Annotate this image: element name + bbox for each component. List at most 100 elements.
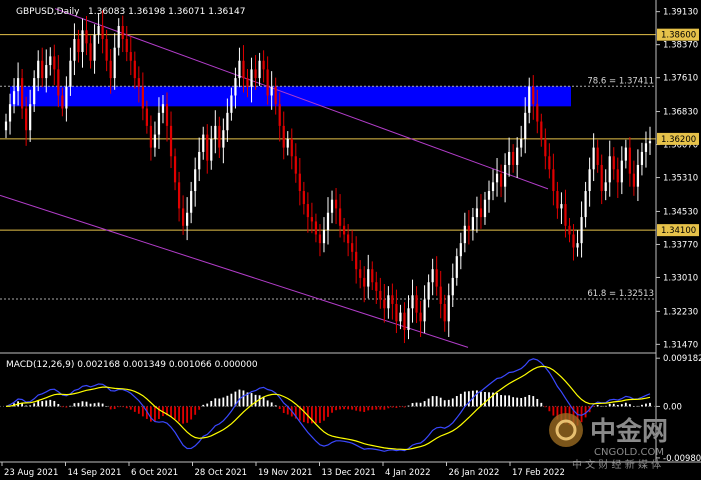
candle-body: [117, 25, 120, 48]
candle-body: [290, 138, 293, 157]
candle: [330, 190, 334, 224]
macd-hist-bar: [327, 406, 329, 417]
candle: [89, 35, 92, 69]
candle-body: [73, 39, 76, 61]
candle-body: [363, 277, 366, 287]
macd-hist-bar: [202, 404, 205, 407]
candle: [612, 147, 615, 180]
candle-body: [12, 91, 16, 105]
macd-hist-bar: [596, 405, 599, 407]
candle-body: [576, 243, 579, 248]
macd-hist-bar: [218, 398, 221, 407]
candle: [242, 45, 245, 93]
candle: [105, 29, 108, 72]
candle-body: [194, 169, 197, 192]
candle-body: [532, 86, 535, 105]
candle-body: [383, 299, 386, 309]
candle: [210, 125, 213, 170]
macd-hist-bar: [121, 406, 124, 408]
candle-body: [499, 173, 503, 187]
candle-body: [286, 138, 289, 148]
candle: [117, 18, 120, 56]
candle: [53, 44, 56, 86]
candle: [532, 75, 535, 120]
candle: [584, 181, 587, 228]
candle-body: [435, 269, 438, 287]
macd-hist-bar: [49, 399, 52, 407]
macd-hist-bar: [105, 406, 108, 407]
candle-body: [427, 282, 430, 300]
macd-hist-bar: [645, 403, 647, 407]
candle: [540, 113, 543, 147]
macd-hist-bar: [133, 406, 136, 412]
macd-hist-bar: [536, 398, 539, 407]
candle: [65, 76, 68, 122]
candle-body: [387, 295, 390, 309]
candle-body: [322, 230, 326, 244]
macd-hist-bar: [190, 406, 193, 420]
date-label-1: 14 Sep 2021: [68, 468, 122, 478]
candle: [359, 260, 362, 289]
macd-hist-bar: [45, 400, 48, 407]
candle: [222, 118, 225, 164]
candle: [636, 149, 640, 202]
candle-body: [89, 43, 92, 61]
macd-hist-bar: [137, 406, 140, 414]
candle-body: [310, 217, 314, 222]
candle-body: [141, 86, 144, 109]
macd-hist-bar: [331, 406, 333, 413]
macd-hist-bar: [262, 396, 265, 407]
candle-body: [266, 69, 269, 96]
candle: [387, 286, 390, 319]
candle-body: [355, 251, 358, 270]
candle-body: [556, 191, 559, 209]
macd-hist-bar: [97, 402, 100, 407]
macd-hist-bar: [170, 406, 172, 417]
macd-hist-bar: [463, 391, 466, 407]
macd-hist-bar: [548, 406, 551, 412]
candle-body: [177, 182, 181, 209]
candle: [355, 236, 358, 284]
macd-hist-bar: [174, 406, 176, 419]
candle-body: [109, 60, 112, 79]
candle-body: [61, 95, 64, 109]
macd-hist-bar: [254, 394, 257, 407]
candle: [190, 181, 193, 224]
candle: [608, 140, 611, 197]
candle: [439, 270, 442, 319]
candle-body: [169, 125, 173, 157]
candle-body: [443, 303, 446, 322]
candle-body: [226, 112, 229, 131]
candle: [238, 47, 241, 88]
candle: [628, 137, 631, 187]
macd-hist-bar: [117, 406, 120, 408]
candle: [516, 137, 519, 178]
macd-hist-bar: [383, 406, 386, 410]
macd-hist-bar: [69, 405, 72, 407]
candle-body: [318, 234, 322, 244]
candle: [177, 171, 181, 222]
macd-hist-bar: [419, 402, 422, 407]
candle: [548, 143, 551, 179]
macd-hist-bar: [480, 391, 482, 407]
macd-hist-bar: [608, 403, 611, 407]
candle: [153, 121, 157, 157]
fib-label-1: 61.8 = 1.32513: [587, 289, 654, 299]
symbol-label: GBPUSD,Daily: [16, 7, 80, 17]
candle-body: [475, 208, 479, 218]
candle: [282, 111, 285, 160]
price-tick-label-2: 1.37610: [663, 74, 698, 84]
date-label-3: 28 Oct 2021: [195, 468, 248, 478]
candle-body: [282, 125, 285, 148]
candle-body: [37, 60, 40, 79]
macd-hist-bar: [343, 406, 346, 410]
candle-body: [588, 169, 591, 192]
candle: [552, 153, 555, 206]
candle-body: [246, 78, 249, 87]
candle-body: [624, 147, 627, 161]
candle-body: [604, 182, 607, 192]
candle-body: [415, 295, 418, 313]
candle-body: [636, 164, 640, 187]
candle-body: [371, 269, 374, 283]
candle: [640, 142, 644, 176]
